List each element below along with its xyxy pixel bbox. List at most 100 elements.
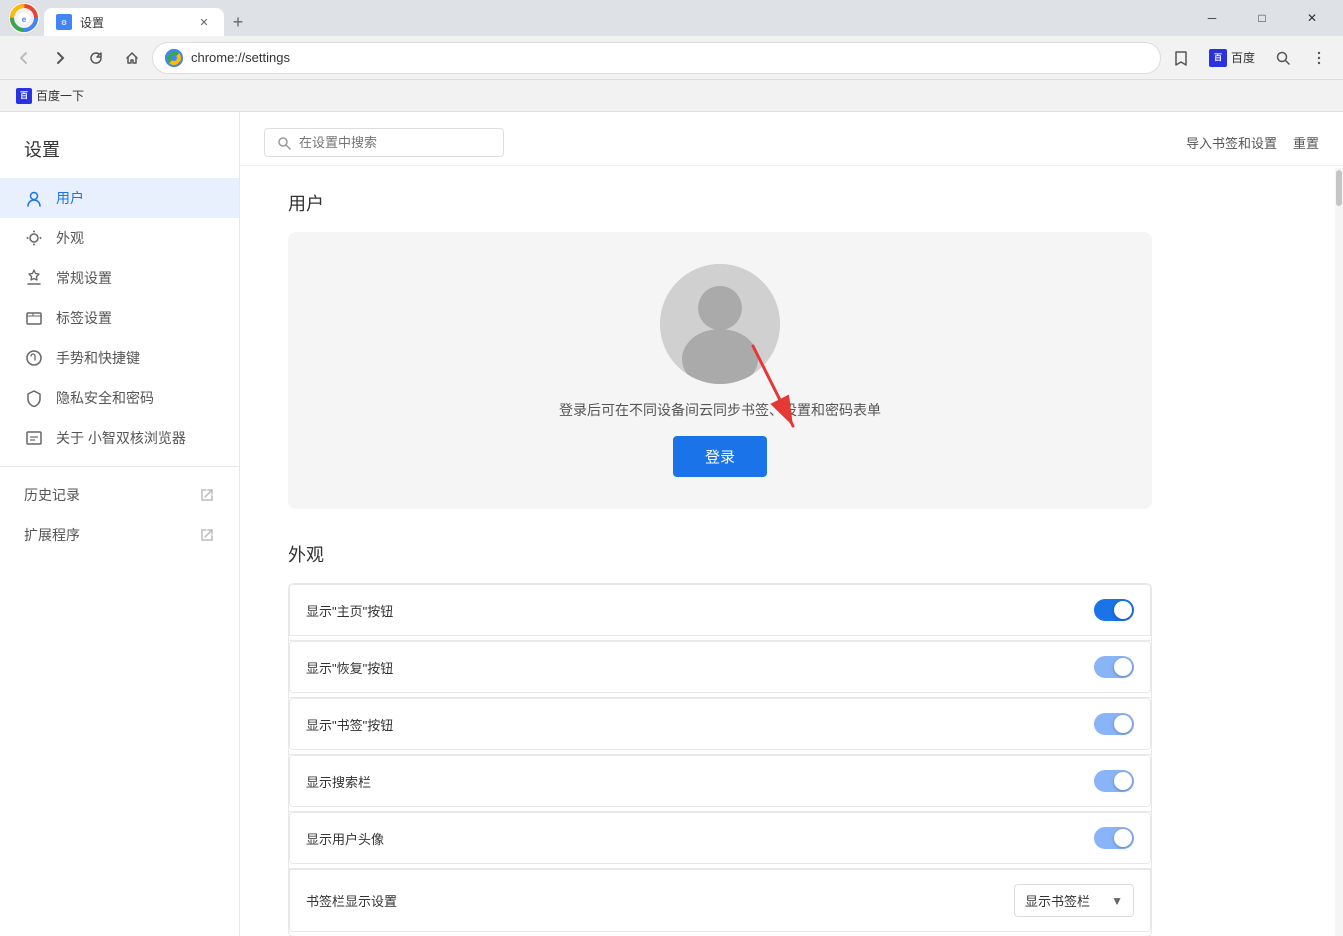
search-bar[interactable] (264, 128, 504, 157)
search-button[interactable] (1267, 42, 1299, 74)
svg-text:⚙: ⚙ (61, 19, 67, 27)
sidebar-item-gestures[interactable]: 手势和快捷键 (0, 338, 239, 378)
browser-logo-area: e (8, 2, 44, 34)
bookmarkbar-dropdown[interactable]: 显示书签栏 ▼ (1014, 884, 1134, 917)
tabs-icon (24, 308, 44, 328)
close-button[interactable]: ✕ (1289, 4, 1335, 32)
search-input[interactable] (299, 135, 491, 150)
reset-link[interactable]: 重置 (1293, 133, 1319, 152)
title-bar: e ⚙ 设置 ✕ + ─ □ ✕ (0, 0, 1343, 36)
toggle-avatar[interactable] (1094, 827, 1134, 849)
login-area: 登录 (673, 436, 767, 477)
general-icon (24, 268, 44, 288)
toggle-restore[interactable] (1094, 656, 1134, 678)
setting-row-bookmarkbar: 书签栏显示设置 显示书签栏 ▼ (289, 869, 1151, 932)
sidebar-item-privacy[interactable]: 隐私安全和密码 (0, 378, 239, 418)
header-actions: 导入书签和设置 重置 (1186, 133, 1319, 152)
address-bar[interactable]: chrome://settings (152, 42, 1161, 74)
toggle-searchbar[interactable] (1094, 770, 1134, 792)
refresh-button[interactable] (80, 42, 112, 74)
site-icon (165, 49, 183, 67)
about-icon (24, 428, 44, 448)
menu-button[interactable] (1303, 42, 1335, 74)
setting-label-restore: 显示"恢复"按钮 (306, 658, 393, 677)
sidebar-divider (0, 466, 239, 467)
browser-window: e ⚙ 设置 ✕ + ─ □ ✕ (0, 0, 1343, 936)
setting-label-avatar: 显示用户头像 (306, 829, 384, 848)
sidebar-item-general[interactable]: 常规设置 (0, 258, 239, 298)
tab-close-button[interactable]: ✕ (196, 14, 212, 30)
user-description: 登录后可在不同设备间云同步书签、设置和密码表单 (559, 400, 881, 420)
toggle-bookmark[interactable] (1094, 713, 1134, 735)
svg-text:e: e (22, 15, 27, 24)
sidebar-item-privacy-label: 隐私安全和密码 (56, 388, 154, 408)
sidebar-item-user[interactable]: 用户 (0, 178, 239, 218)
scrollbar-thumb[interactable] (1336, 170, 1342, 206)
setting-label-bookmarkbar: 书签栏显示设置 (306, 891, 397, 910)
sidebar-item-appearance-label: 外观 (56, 228, 84, 248)
address-text: chrome://settings (191, 50, 1148, 65)
search-icon (277, 136, 291, 150)
history-external-icon (199, 487, 215, 503)
settings-content: 导入书签和设置 重置 用户 (240, 112, 1343, 936)
bookmark-label: 百度一下 (36, 87, 84, 104)
setting-label-searchbar: 显示搜索栏 (306, 772, 371, 791)
maximize-button[interactable]: □ (1239, 4, 1285, 32)
appearance-section: 外观 显示"主页"按钮 显示"恢复"按钮 (288, 541, 1152, 936)
user-card: 登录后可在不同设备间云同步书签、设置和密码表单 登录 (288, 232, 1152, 509)
settings-header: 导入书签和设置 重置 (240, 112, 1343, 166)
user-section: 用户 登录后可在不同设备间云同步书签、设置和密码表单 登录 (288, 190, 1152, 509)
bookmarks-bar: 百 百度一下 (0, 80, 1343, 112)
active-tab[interactable]: ⚙ 设置 ✕ (44, 8, 224, 36)
red-arrow (733, 336, 813, 466)
sidebar-item-user-label: 用户 (56, 188, 84, 208)
scrollbar-track[interactable] (1335, 168, 1343, 936)
sidebar-item-tabs[interactable]: 标签设置 (0, 298, 239, 338)
user-section-title: 用户 (288, 190, 1152, 216)
main-content: 设置 用户 外观 常规设置 (0, 112, 1343, 936)
history-label: 历史记录 (24, 485, 80, 505)
window-controls: ─ □ ✕ (1189, 4, 1335, 32)
extensions-item-left: 扩展程序 (24, 525, 80, 545)
bookmark-item-baidu[interactable]: 百 百度一下 (8, 83, 92, 108)
sidebar-item-extensions[interactable]: 扩展程序 (0, 515, 239, 555)
sidebar-item-tabs-label: 标签设置 (56, 308, 112, 328)
setting-label-home: 显示"主页"按钮 (306, 601, 393, 620)
toggle-home[interactable] (1094, 599, 1134, 621)
back-button[interactable] (8, 42, 40, 74)
minimize-button[interactable]: ─ (1189, 4, 1235, 32)
nav-right: 百 百度 (1201, 42, 1335, 74)
setting-row-home: 显示"主页"按钮 (289, 584, 1151, 636)
baidu-button[interactable]: 百 百度 (1201, 45, 1263, 71)
new-tab-button[interactable]: + (224, 8, 252, 36)
privacy-icon (24, 388, 44, 408)
sidebar-item-gestures-label: 手势和快捷键 (56, 348, 140, 368)
sidebar-item-appearance[interactable]: 外观 (0, 218, 239, 258)
baidu-icon: 百 (1209, 49, 1227, 67)
navigation-bar: chrome://settings 百 百度 (0, 36, 1343, 80)
dropdown-arrow-icon: ▼ (1111, 894, 1123, 908)
forward-button[interactable] (44, 42, 76, 74)
setting-label-bookmark: 显示"书签"按钮 (306, 715, 393, 734)
setting-row-searchbar: 显示搜索栏 (289, 755, 1151, 807)
extensions-external-icon (199, 527, 215, 543)
bookmark-button[interactable] (1165, 42, 1197, 74)
tab-favicon: ⚙ (56, 14, 72, 30)
sidebar-item-about-label: 关于 小智双核浏览器 (56, 428, 186, 448)
sidebar-item-general-label: 常规设置 (56, 268, 112, 288)
sidebar-item-history[interactable]: 历史记录 (0, 475, 239, 515)
import-bookmarks-link[interactable]: 导入书签和设置 (1186, 133, 1277, 152)
home-button[interactable] (116, 42, 148, 74)
user-icon (24, 188, 44, 208)
sidebar: 设置 用户 外观 常规设置 (0, 112, 240, 936)
dropdown-value: 显示书签栏 (1025, 891, 1090, 910)
sidebar-title: 设置 (0, 128, 239, 178)
gestures-icon (24, 348, 44, 368)
content-area: 用户 登录后可在不同设备间云同步书签、设置和密码表单 登录 (240, 166, 1200, 936)
sidebar-item-about[interactable]: 关于 小智双核浏览器 (0, 418, 239, 458)
tab-bar: ⚙ 设置 ✕ + (44, 0, 1189, 36)
browser-logo: e (8, 2, 40, 34)
setting-row-restore: 显示"恢复"按钮 (289, 641, 1151, 693)
bookmark-favicon: 百 (16, 88, 32, 104)
appearance-icon (24, 228, 44, 248)
